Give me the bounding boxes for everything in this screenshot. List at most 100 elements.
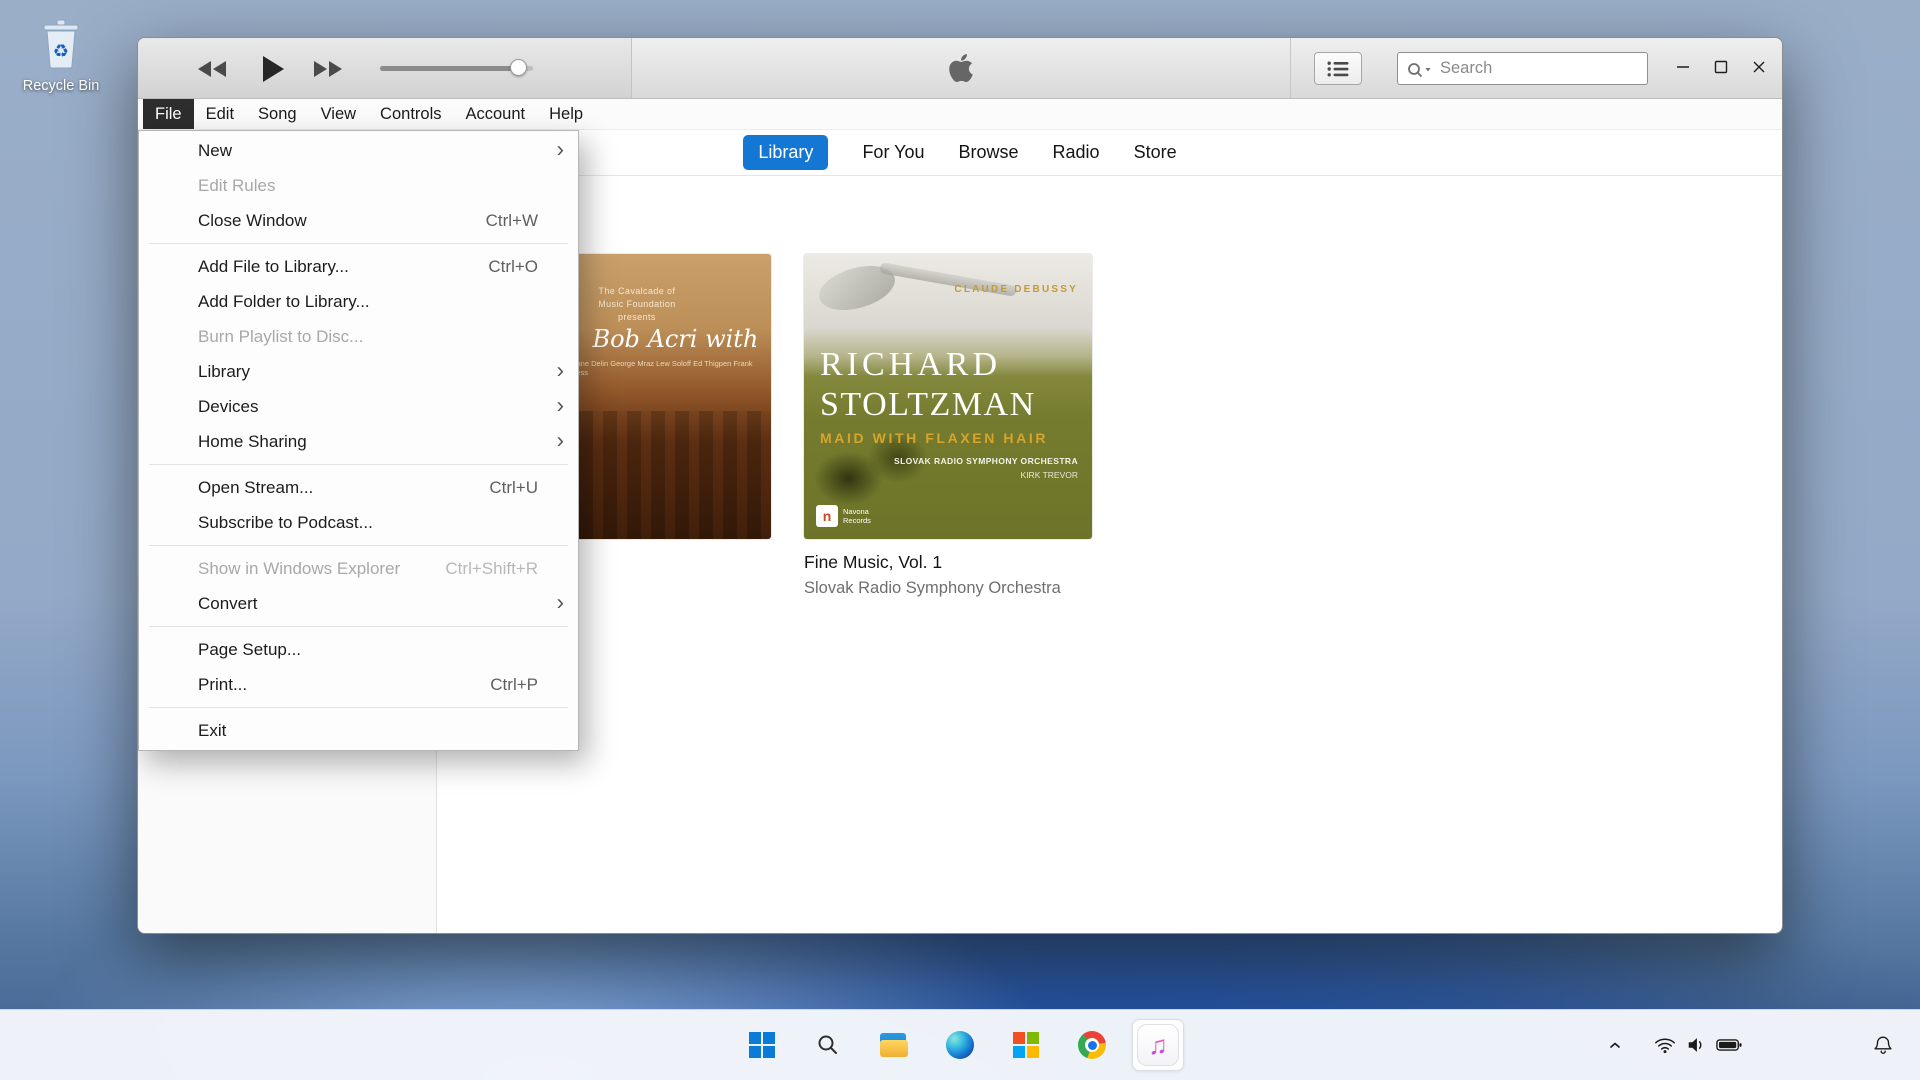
rewind-icon: [196, 59, 228, 79]
fast-forward-button[interactable]: [306, 52, 350, 85]
album-art-fine-music[interactable]: CLAUDE DEBUSSY RICHARD STOLTZMAN MAID WI…: [804, 254, 1092, 539]
menu-separator: [149, 243, 568, 244]
wifi-icon: [1654, 1035, 1676, 1055]
itunes-window: File Edit Song View Controls Account Hel…: [137, 37, 1783, 934]
tab-library[interactable]: Library: [743, 135, 828, 170]
search-box: [1397, 52, 1648, 85]
menu-item-shortcut: Ctrl+Shift+R: [445, 559, 538, 579]
volume-icon: [1685, 1035, 1707, 1055]
menu-item-show-in-explorer: Show in Windows Explorer Ctrl+Shift+R: [139, 551, 578, 586]
menu-controls[interactable]: Controls: [368, 99, 453, 129]
microsoft-store-icon: [1013, 1032, 1039, 1058]
list-view-icon: [1327, 61, 1349, 77]
itunes-icon: ♫: [1137, 1024, 1179, 1066]
maximize-button[interactable]: [1704, 50, 1738, 84]
menu-file[interactable]: File: [143, 99, 194, 129]
play-icon: [261, 55, 285, 83]
menu-separator: [149, 464, 568, 465]
album-artist[interactable]: Slovak Radio Symphony Orchestra: [804, 579, 1092, 598]
menu-item-edit-rules: Edit Rules: [139, 168, 578, 203]
menu-bar: File Edit Song View Controls Account Hel…: [138, 99, 1782, 130]
menu-item-print[interactable]: Print... Ctrl+P: [139, 667, 578, 702]
menu-item-page-setup[interactable]: Page Setup...: [139, 632, 578, 667]
window-titlebar[interactable]: [138, 38, 1782, 99]
file-explorer-icon: [880, 1033, 908, 1057]
volume-slider-knob[interactable]: [510, 59, 527, 76]
menu-item-label: Page Setup...: [198, 640, 301, 660]
menu-item-label: Open Stream...: [198, 478, 313, 498]
record-label-badge: n Navona Records: [816, 505, 893, 527]
tab-store[interactable]: Store: [1134, 142, 1177, 163]
menu-account[interactable]: Account: [454, 99, 538, 129]
titlebar-divider: [1290, 38, 1291, 98]
menu-separator: [149, 707, 568, 708]
rewind-button[interactable]: [190, 52, 234, 85]
navona-logo-icon: n: [816, 505, 838, 527]
menu-item-label: Add Folder to Library...: [198, 292, 370, 312]
start-button[interactable]: [736, 1019, 788, 1071]
menu-item-close-window[interactable]: Close Window Ctrl+W: [139, 203, 578, 238]
search-input[interactable]: [1398, 53, 1647, 84]
album-art-composer: CLAUDE DEBUSSY: [954, 284, 1078, 295]
menu-item-library[interactable]: Library ›: [139, 354, 578, 389]
menu-separator: [149, 626, 568, 627]
play-button[interactable]: [251, 52, 295, 85]
menu-song[interactable]: Song: [246, 99, 309, 129]
itunes-taskbar-button[interactable]: ♫: [1132, 1019, 1184, 1071]
close-icon: [1749, 57, 1769, 77]
menu-item-add-file-to-library[interactable]: Add File to Library... Ctrl+O: [139, 249, 578, 284]
edge-icon: [946, 1031, 974, 1059]
menu-item-label: Exit: [198, 721, 226, 741]
file-explorer-button[interactable]: [868, 1019, 920, 1071]
edge-button[interactable]: [934, 1019, 986, 1071]
album-art-artist-line1: RICHARD: [820, 346, 1001, 384]
menu-item-open-stream[interactable]: Open Stream... Ctrl+U: [139, 470, 578, 505]
chrome-button[interactable]: [1066, 1019, 1118, 1071]
submenu-chevron-icon: ›: [557, 427, 564, 453]
bell-icon: [1872, 1034, 1894, 1056]
chevron-up-icon: [1606, 1036, 1624, 1054]
menu-item-devices[interactable]: Devices ›: [139, 389, 578, 424]
submenu-chevron-icon: ›: [557, 589, 564, 615]
menu-item-label: Show in Windows Explorer: [198, 559, 400, 579]
menu-help[interactable]: Help: [537, 99, 595, 129]
taskbar-center-icons: ♫: [736, 1019, 1184, 1071]
desktop-wallpaper: ♻ Recycle Bin: [0, 0, 1920, 1080]
microsoft-store-button[interactable]: [1000, 1019, 1052, 1071]
menu-item-shortcut: Ctrl+U: [489, 478, 538, 498]
tab-browse[interactable]: Browse: [959, 142, 1019, 163]
menu-edit[interactable]: Edit: [194, 99, 246, 129]
album-title[interactable]: Fine Music, Vol. 1: [804, 552, 1092, 573]
menu-item-label: Home Sharing: [198, 432, 307, 452]
album-card-fine-music[interactable]: CLAUDE DEBUSSY RICHARD STOLTZMAN MAID WI…: [804, 254, 1092, 598]
menu-item-label: Devices: [198, 397, 258, 417]
album-art-artist-line2: STOLTZMAN: [820, 386, 1036, 424]
menu-item-exit[interactable]: Exit: [139, 713, 578, 748]
menu-item-subscribe-to-podcast[interactable]: Subscribe to Podcast...: [139, 505, 578, 540]
album-art-credits: Diane Delin George Mraz Lew Soloff Ed Th…: [569, 359, 759, 377]
tray-show-hidden-icons-button[interactable]: [1606, 1036, 1624, 1054]
menu-item-shortcut: Ctrl+P: [490, 675, 538, 695]
menu-item-convert[interactable]: Convert ›: [139, 586, 578, 621]
close-button[interactable]: [1742, 50, 1776, 84]
minimize-button[interactable]: [1666, 50, 1700, 84]
maximize-icon: [1711, 57, 1731, 77]
submenu-chevron-icon: ›: [557, 392, 564, 418]
list-view-button[interactable]: [1314, 52, 1362, 85]
recycle-bin-shortcut[interactable]: ♻ Recycle Bin: [22, 16, 100, 94]
menu-separator: [149, 545, 568, 546]
menu-item-add-folder-to-library[interactable]: Add Folder to Library...: [139, 284, 578, 319]
menu-item-home-sharing[interactable]: Home Sharing ›: [139, 424, 578, 459]
taskbar-search-button[interactable]: [802, 1019, 854, 1071]
menu-view[interactable]: View: [309, 99, 368, 129]
record-label-text: Navona Records: [843, 507, 893, 526]
menu-item-new[interactable]: New ›: [139, 133, 578, 168]
tab-radio[interactable]: Radio: [1053, 142, 1100, 163]
system-tray[interactable]: [1654, 1035, 1742, 1055]
recycle-bin-icon: ♻: [38, 16, 84, 70]
album-art-orchestra: SLOVAK RADIO SYMPHONY ORCHESTRA: [894, 456, 1078, 466]
notifications-button[interactable]: [1872, 1034, 1894, 1056]
minimize-icon: [1673, 57, 1693, 77]
taskbar: ♫: [0, 1009, 1920, 1080]
tab-for-you[interactable]: For You: [862, 142, 924, 163]
